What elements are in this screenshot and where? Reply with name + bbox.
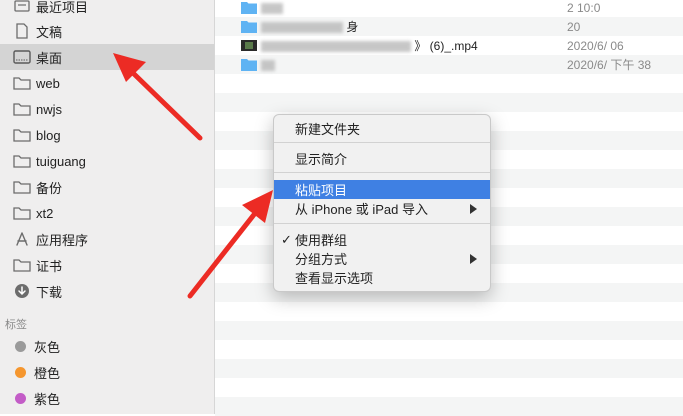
annotation-arrows [113,53,273,299]
arrow-to-paste-icon [187,190,273,299]
arrow-to-desktop-icon [113,53,203,141]
